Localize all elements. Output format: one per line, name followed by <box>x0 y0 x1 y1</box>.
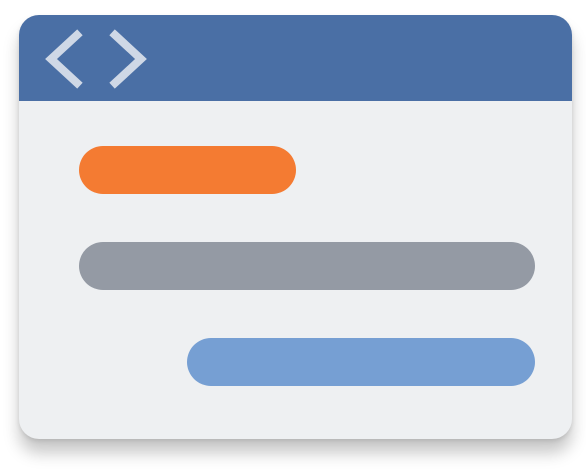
orange-bar <box>79 146 296 194</box>
stage <box>0 0 586 472</box>
blue-bar <box>187 338 535 386</box>
gray-bar <box>79 242 535 290</box>
chevron-left-icon <box>45 29 83 89</box>
code-window-illustration <box>19 15 572 439</box>
window-titlebar <box>19 15 572 101</box>
code-brackets-icon <box>45 29 147 89</box>
chevron-right-icon <box>109 29 147 89</box>
